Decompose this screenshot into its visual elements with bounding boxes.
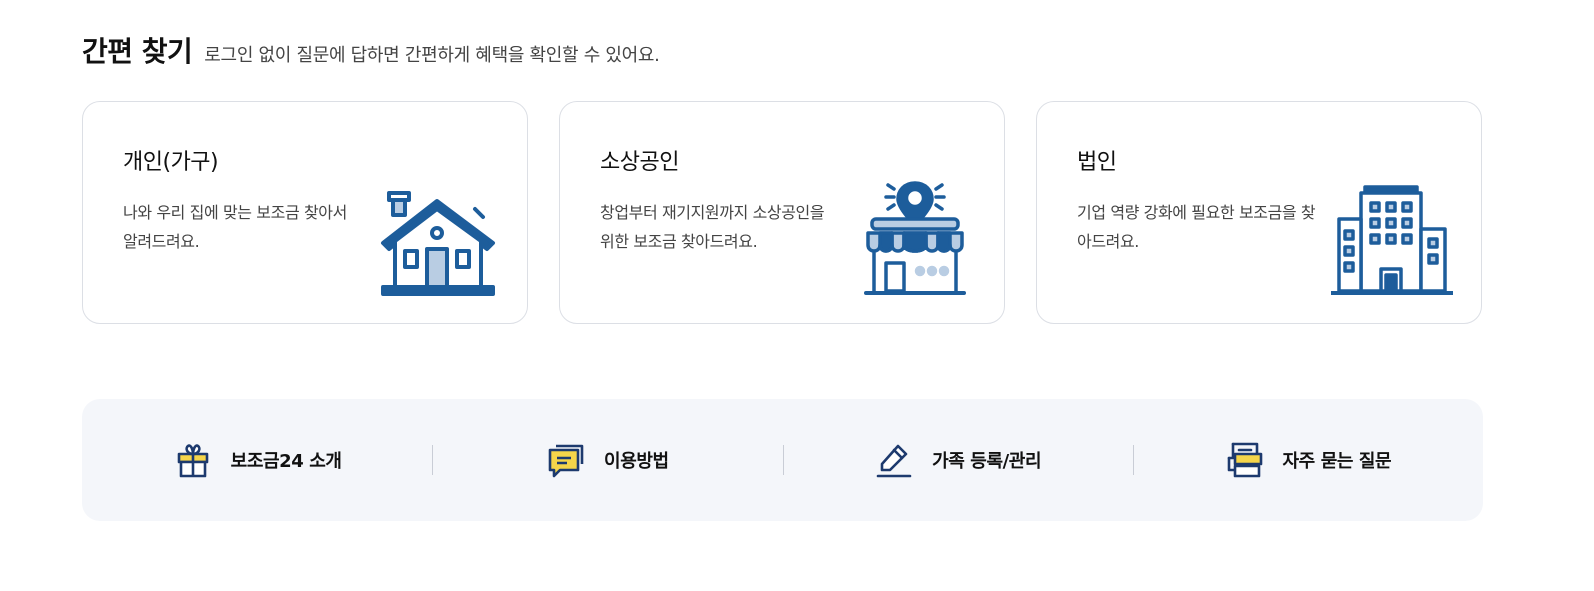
- quicklink-how-to-use[interactable]: 이용방법: [432, 399, 782, 521]
- card-description: 나와 우리 집에 맞는 보조금 찾아서 알려드려요.: [123, 203, 347, 251]
- card-description: 기업 역량 강화에 필요한 보조금을 찾아드려요.: [1077, 203, 1316, 251]
- card-title: 개인(가구): [123, 150, 219, 175]
- quicklink-faq[interactable]: 자주 묻는 질문: [1132, 399, 1483, 521]
- easy-search-section: 간편 찾기 로그인 없이 질문에 답하면 간편하게 혜택을 확인할 수 있어요.…: [0, 0, 1594, 591]
- quicklink-intro[interactable]: 보조금24 소개: [82, 399, 432, 521]
- quicklink-family[interactable]: 가족 등록/관리: [782, 399, 1133, 521]
- section-title: 간편 찾기: [82, 35, 193, 68]
- card-small-business[interactable]: 소상공인 창업부터 재기지원까지 소상공인을 위한 보조금 찾아드려요.: [559, 101, 1005, 324]
- storefront-icon: [848, 181, 982, 297]
- card-corporation[interactable]: 법인 기업 역량 강화에 필요한 보조금을 찾아드려요.: [1036, 101, 1482, 324]
- card-description: 창업부터 재기지원까지 소상공인을 위한 보조금 찾아드려요.: [600, 203, 825, 251]
- category-cards: 개인(가구) 나와 우리 집에 맞는 보조금 찾아서 알려드려요. 소상공인 창…: [82, 101, 1482, 324]
- house-icon: [371, 181, 505, 297]
- card-title: 소상공인: [600, 150, 679, 175]
- office-building-icon: [1325, 181, 1459, 297]
- quicklink-label: 가족 등록/관리: [932, 451, 1042, 472]
- section-subtitle: 로그인 없이 질문에 답하면 간편하게 혜택을 확인할 수 있어요.: [204, 45, 660, 66]
- faq-icon: [1227, 442, 1262, 478]
- pencil-icon: [876, 444, 912, 478]
- gift-icon: [177, 444, 208, 478]
- quicklink-label: 자주 묻는 질문: [1282, 451, 1392, 472]
- chat-icon: [548, 444, 584, 478]
- quicklink-label: 이용방법: [604, 451, 669, 472]
- quicklink-label: 보조금24 소개: [230, 451, 342, 472]
- quick-links-bar: 보조금24 소개 이용방법 가족 등록/관리 자주 묻는 질문: [82, 399, 1483, 521]
- section-header: 간편 찾기 로그인 없이 질문에 답하면 간편하게 혜택을 확인할 수 있어요.: [82, 30, 660, 70]
- card-title: 법인: [1077, 150, 1117, 175]
- card-individual[interactable]: 개인(가구) 나와 우리 집에 맞는 보조금 찾아서 알려드려요.: [82, 101, 528, 324]
